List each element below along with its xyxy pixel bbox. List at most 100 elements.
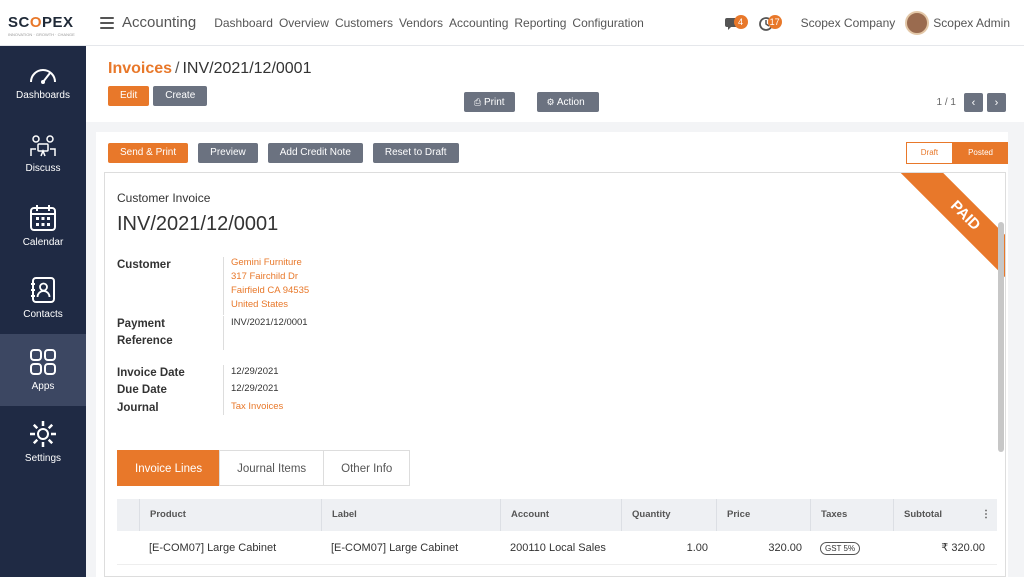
state-posted[interactable]: Posted: [953, 142, 1008, 164]
hamburger-menu-icon[interactable]: [100, 16, 114, 29]
form-statusbar: Send & Print Preview Add Credit Note Res…: [96, 132, 1008, 174]
sidebar-item-discuss[interactable]: Discuss: [0, 118, 86, 190]
cell-account[interactable]: 200110 Local Sales: [500, 542, 621, 554]
nav-reporting[interactable]: Reporting: [514, 16, 566, 30]
state-draft[interactable]: Draft: [905, 142, 954, 164]
table-row[interactable]: [E-COM07] Large Cabinet [E-COM07] Large …: [117, 531, 997, 565]
preview-button[interactable]: Preview: [198, 143, 258, 163]
invoice-lines-table: Product Label Account Quantity Price Tax…: [117, 499, 997, 565]
record-actions: ⎙ Print ⚙ Action: [464, 92, 599, 112]
discuss-icon: [30, 135, 56, 157]
tax-tag: GST 5%: [820, 541, 861, 555]
nav-customers[interactable]: Customers: [335, 16, 393, 30]
cell-label[interactable]: [E-COM07] Large Cabinet: [321, 542, 500, 554]
customer-city: Fairfield CA 94535: [231, 285, 310, 296]
nav-accounting[interactable]: Accounting: [449, 16, 508, 30]
invoice-number: INV/2021/12/0001: [117, 213, 279, 235]
due-date-field[interactable]: 12/29/2021: [231, 383, 279, 394]
action-button[interactable]: ⚙ Action: [536, 92, 599, 112]
cell-product[interactable]: [E-COM07] Large Cabinet: [139, 542, 321, 554]
nav-configuration[interactable]: Configuration: [572, 16, 643, 30]
invoice-date-field[interactable]: 12/29/2021: [231, 366, 279, 377]
cell-quantity[interactable]: 1.00: [621, 542, 716, 554]
messages-button[interactable]: 4: [724, 14, 748, 32]
customer-street: 317 Fairchild Dr: [231, 271, 299, 282]
create-button[interactable]: Create: [153, 86, 208, 106]
notebook-tabs: Invoice Lines Journal Items Other Info: [117, 450, 411, 486]
chevron-right-icon: ›: [994, 96, 999, 109]
logo-tagline: INNOVATION · GROWTH · CHANGE: [8, 32, 75, 37]
contacts-icon: [31, 277, 55, 303]
column-price[interactable]: Price: [716, 499, 810, 531]
top-navbar: SCOPEX INNOVATION · GROWTH · CHANGE Acco…: [0, 0, 1024, 46]
state-statusbar: Draft Posted: [905, 142, 1008, 164]
add-credit-note-button[interactable]: Add Credit Note: [267, 143, 363, 163]
sidebar-item-label: Dashboards: [16, 90, 70, 101]
invoice-sheet: PAID Customer Invoice INV/2021/12/0001 C…: [104, 172, 1006, 577]
column-subtotal[interactable]: Subtotal ⋮: [893, 499, 993, 531]
send-print-button[interactable]: Send & Print: [108, 143, 189, 163]
customer-name[interactable]: Gemini Furniture: [231, 257, 302, 268]
pager: 1 / 1 ‹ ›: [937, 93, 1006, 112]
field-divider: [223, 365, 224, 415]
sidebar-item-apps[interactable]: Apps: [0, 334, 86, 406]
pager-value: 1 / 1: [936, 97, 956, 108]
calendar-icon: [30, 205, 56, 231]
payment-reference-label: Payment: [117, 318, 165, 330]
nav-vendors[interactable]: Vendors: [399, 16, 443, 30]
sidebar-item-dashboards[interactable]: Dashboards: [0, 46, 86, 118]
main-content: Invoices / INV/2021/12/0001 Edit Create ⎙ …: [86, 46, 1024, 577]
header-handle: [117, 499, 139, 531]
apps-icon: [30, 349, 56, 375]
nav-dashboard[interactable]: Dashboard: [214, 16, 273, 30]
journal-label: Journal: [117, 402, 159, 414]
nav-overview[interactable]: Overview: [279, 16, 329, 30]
sidebar-item-label: Contacts: [23, 309, 63, 320]
messages-badge: 4: [733, 15, 748, 29]
due-date-label: Due Date: [117, 384, 167, 396]
edit-button[interactable]: Edit: [108, 86, 150, 106]
payment-reference-field[interactable]: INV/2021/12/0001: [231, 317, 308, 328]
user-avatar[interactable]: [905, 11, 930, 35]
gear-icon: ⚙: [546, 97, 555, 107]
pager-next-button[interactable]: ›: [987, 93, 1006, 112]
column-options-icon[interactable]: ⋮: [981, 499, 991, 531]
column-account[interactable]: Account: [500, 499, 621, 531]
column-taxes[interactable]: Taxes: [810, 499, 893, 531]
scopex-logo[interactable]: SCOPEX INNOVATION · GROWTH · CHANGE: [0, 14, 86, 37]
breadcrumb: Invoices / INV/2021/12/0001: [108, 60, 312, 77]
invoice-type-label: Customer Invoice: [117, 191, 211, 205]
cell-taxes[interactable]: GST 5%: [810, 541, 893, 555]
tab-journal-items[interactable]: Journal Items: [219, 450, 325, 486]
scrollbar[interactable]: [998, 222, 1004, 452]
reset-to-draft-button[interactable]: Reset to Draft: [372, 143, 459, 163]
tab-invoice-lines[interactable]: Invoice Lines: [117, 450, 221, 486]
tab-other-info[interactable]: Other Info: [323, 450, 411, 486]
column-label[interactable]: Label: [321, 499, 500, 531]
breadcrumb-current: INV/2021/12/0001: [182, 60, 312, 77]
field-divider: [223, 257, 224, 315]
sidebar-item-calendar[interactable]: Calendar: [0, 190, 86, 262]
payment-reference-label-2: Reference: [117, 335, 173, 347]
print-button[interactable]: ⎙ Print: [464, 92, 515, 112]
user-menu[interactable]: Scopex Admin: [933, 16, 1010, 30]
sidebar-item-settings[interactable]: Settings: [0, 406, 86, 478]
sidebar-item-label: Calendar: [22, 237, 64, 248]
cell-price[interactable]: 320.00: [716, 542, 810, 554]
journal-field[interactable]: Tax Invoices: [231, 401, 283, 412]
table-header: Product Label Account Quantity Price Tax…: [117, 499, 997, 531]
chevron-left-icon: ‹: [971, 96, 976, 109]
gauge-icon: [30, 69, 56, 84]
column-product[interactable]: Product: [139, 499, 321, 531]
sidebar-item-label: Settings: [24, 453, 62, 464]
column-quantity[interactable]: Quantity: [621, 499, 716, 531]
gear-icon: [30, 421, 56, 447]
paid-ribbon: PAID: [897, 173, 1005, 284]
sidebar-item-contacts[interactable]: Contacts: [0, 262, 86, 334]
breadcrumb-invoices[interactable]: Invoices: [108, 60, 172, 77]
control-panel: Invoices / INV/2021/12/0001 Edit Create ⎙ …: [86, 46, 1024, 122]
company-switcher[interactable]: Scopex Company: [801, 16, 896, 30]
pager-previous-button[interactable]: ‹: [964, 93, 983, 112]
sidebar-item-label: Apps: [31, 381, 55, 392]
activities-button[interactable]: 17: [758, 14, 782, 32]
